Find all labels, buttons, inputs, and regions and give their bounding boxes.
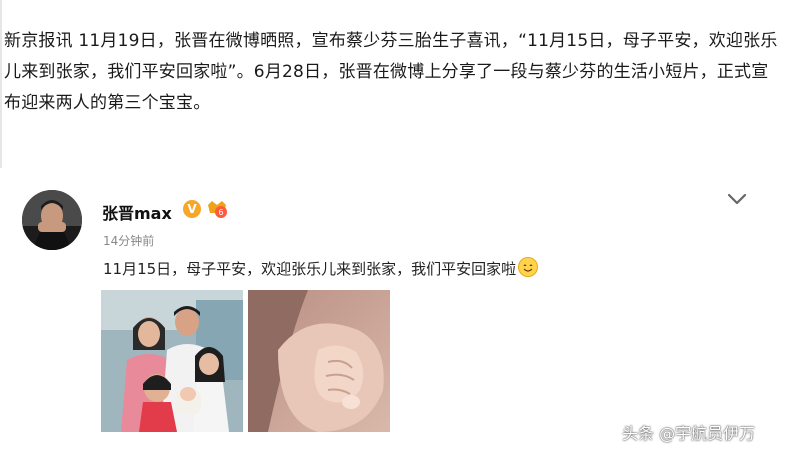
family-photo[interactable] [101, 290, 243, 432]
avatar-photo [22, 190, 82, 250]
watermark: 头条 @宇航员伊万 [622, 424, 756, 443]
level-badge-icon: 6 [206, 199, 228, 219]
baby-hand-photo[interactable] [248, 290, 390, 432]
svg-text:6: 6 [218, 208, 223, 217]
chevron-down-icon[interactable] [726, 190, 748, 208]
smile-emoji-icon [518, 257, 539, 277]
article-line-3: 布迎来两人的第三个宝宝。 [4, 93, 211, 113]
post-text: 11月15日，母子平安，欢迎张乐儿来到张家，我们平安回家啦 [103, 260, 517, 278]
article-line-1: 新京报讯 11月19日，张晋在微博晒照，宣布蔡少芬三胎生子喜讯，“11月15日，… [4, 31, 778, 51]
post-timestamp: 14分钟前 [103, 234, 155, 248]
news-article: 新京报讯 11月19日，张晋在微博晒照，宣布蔡少芬三胎生子喜讯，“11月15日，… [4, 26, 784, 119]
avatar[interactable] [22, 190, 82, 250]
article-line-2: 儿来到张家，我们平安回家啦”。6月28日，张晋在微博上分享了一段与蔡少芬的生活小… [4, 62, 769, 82]
post-username[interactable]: 张晋max [102, 200, 172, 224]
verified-v-icon: V [183, 200, 201, 218]
post-body: 11月15日，母子平安，欢迎张乐儿来到张家，我们平安回家啦 [103, 257, 539, 279]
